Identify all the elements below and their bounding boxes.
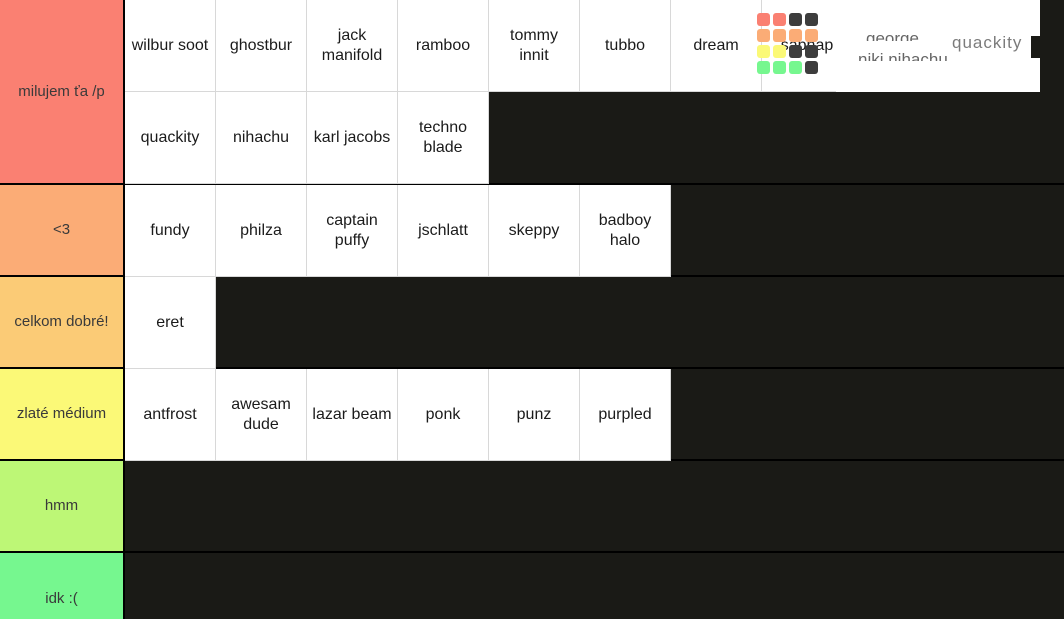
tier-item[interactable]: philza — [216, 185, 307, 277]
color-swatch[interactable] — [789, 45, 802, 58]
tier-items-3[interactable]: antfrost awesam dude lazar beam ponk pun… — [125, 369, 1064, 461]
tier-item[interactable]: quackity — [125, 92, 216, 184]
tier-items-5[interactable] — [125, 553, 1064, 619]
tier-item[interactable]: purpled — [580, 369, 671, 461]
tier-row: <3 fundy philza captain puffy jschlatt s… — [0, 185, 1064, 277]
tier-label-0[interactable]: milujem ťa /p — [0, 0, 125, 183]
tier-item[interactable]: awesam dude — [216, 369, 307, 461]
color-swatch[interactable] — [773, 61, 786, 74]
tier-item[interactable]: fundy — [125, 185, 216, 277]
tier-item[interactable]: jack manifold — [307, 0, 398, 92]
tier-row: celkom dobré! eret — [0, 277, 1064, 369]
tier-item[interactable]: ponk — [398, 369, 489, 461]
color-swatch[interactable] — [805, 29, 818, 42]
color-palette-grid[interactable] — [757, 13, 818, 74]
tier-item[interactable]: dream — [671, 0, 762, 92]
overlay-ghost-text-2: niki nihachu — [858, 50, 948, 61]
tier-items-1[interactable]: fundy philza captain puffy jschlatt skep… — [125, 185, 1064, 277]
tier-label-4[interactable]: hmm — [0, 461, 125, 551]
overlay-ghost-text-3: quackity — [952, 33, 1023, 52]
color-swatch[interactable] — [757, 61, 770, 74]
tier-item[interactable]: punz — [489, 369, 580, 461]
tier-item[interactable]: techno blade — [398, 92, 489, 184]
tier-item[interactable]: jschlatt — [398, 185, 489, 277]
color-swatch[interactable] — [789, 61, 802, 74]
tier-item[interactable]: eret — [125, 277, 216, 369]
color-swatch[interactable] — [773, 29, 786, 42]
tier-item[interactable]: badboy halo — [580, 185, 671, 277]
tier-items-2[interactable]: eret — [125, 277, 1064, 369]
tier-item[interactable]: skeppy — [489, 185, 580, 277]
tier-label-5[interactable]: idk :( — [0, 553, 125, 619]
tier-list-board: milujem ťa /p wilbur soot ghostbur jack … — [0, 0, 1064, 619]
tier-items-4[interactable] — [125, 461, 1064, 551]
tier-row: hmm — [0, 461, 1064, 553]
color-swatch[interactable] — [773, 45, 786, 58]
tier-item[interactable]: wilbur soot — [125, 0, 216, 92]
tier-label-1[interactable]: <3 — [0, 185, 125, 275]
color-swatch[interactable] — [805, 45, 818, 58]
tier-item[interactable]: lazar beam — [307, 369, 398, 461]
color-swatch[interactable] — [757, 45, 770, 58]
tier-label-3[interactable]: zlaté médium — [0, 369, 125, 459]
tier-item[interactable]: ramboo — [398, 0, 489, 92]
tier-item[interactable]: tubbo — [580, 0, 671, 92]
color-swatch[interactable] — [789, 13, 802, 26]
overlay-panel-notch — [1031, 36, 1041, 58]
color-swatch[interactable] — [805, 13, 818, 26]
tier-item[interactable]: captain puffy — [307, 185, 398, 277]
color-swatch[interactable] — [789, 29, 802, 42]
tier-item[interactable]: ghostbur — [216, 0, 307, 92]
tier-item[interactable]: nihachu — [216, 92, 307, 184]
color-swatch[interactable] — [773, 13, 786, 26]
color-swatch[interactable] — [757, 13, 770, 26]
overlay-ghost-text-1: george — [866, 29, 919, 41]
tier-item[interactable]: karl jacobs — [307, 92, 398, 184]
tier-item[interactable]: tommy innit — [489, 0, 580, 92]
color-swatch[interactable] — [805, 61, 818, 74]
tier-row: idk :( — [0, 553, 1064, 619]
color-swatch[interactable] — [757, 29, 770, 42]
tier-row: zlaté médium antfrost awesam dude lazar … — [0, 369, 1064, 461]
tier-label-2[interactable]: celkom dobré! — [0, 277, 125, 367]
tier-item[interactable]: antfrost — [125, 369, 216, 461]
